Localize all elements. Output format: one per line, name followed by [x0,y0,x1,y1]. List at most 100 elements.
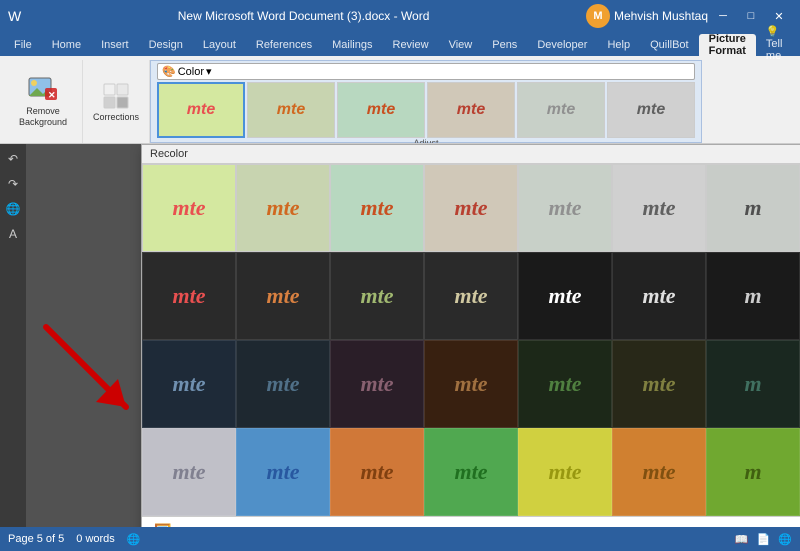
language-icon: 🌐 [127,533,141,546]
color-content: 🎨 Color ▾ mte mte mte mte mte mte [157,63,695,138]
view-layout-btn[interactable]: 📄 [757,533,771,546]
view-web-btn[interactable]: 🌐 [778,533,792,546]
remove-background-label: Remove Background [14,106,72,128]
swatch-3-3[interactable]: mte [330,340,424,428]
tab-layout[interactable]: Layout [193,34,246,56]
swatch-4-7[interactable]: m [706,428,800,516]
view-read-btn[interactable]: 📖 [735,533,749,546]
tab-insert[interactable]: Insert [91,34,139,56]
color-dropdown-label: Color [178,66,204,78]
ribbon-tabs: File Home Insert Design Layout Reference… [0,32,800,56]
share-button[interactable]: 🔗 Share [796,32,800,54]
more-variations-label: More Variations [180,525,263,528]
tab-developer[interactable]: Developer [527,34,597,56]
swatch-4-3[interactable]: mte [330,428,424,516]
swatch-2-5[interactable]: mte [518,252,612,340]
recolor-menu: 🖼️ More Variations 🔍 Set Transparent Col… [142,516,800,527]
swatch-1-1[interactable]: mte [142,164,236,252]
tab-pens[interactable]: Pens [482,34,527,56]
user-area: M Mehvish Mushtaq [586,4,708,28]
more-variations-icon: 🖼️ [154,523,172,527]
swatch-3-7[interactable]: m [706,340,800,428]
minimize-button[interactable]: ─ [710,3,736,29]
swatch-3-6[interactable]: mte [612,340,706,428]
window-title: New Microsoft Word Document (3).docx - W… [21,9,586,23]
swatch-row-4: mte mte mte mte mte mte m [142,428,800,516]
ribbon-thumb-row: mte mte mte mte mte mte [157,82,695,138]
tab-view[interactable]: View [439,34,483,56]
swatch-4-5[interactable]: mte [518,428,612,516]
corrections-button[interactable]: Corrections [89,78,143,124]
more-variations-item[interactable]: 🖼️ More Variations [142,517,800,527]
ribbon-group-color: 🎨 Color ▾ mte mte mte mte mte mte Adjust [150,60,702,143]
page-info: Page 5 of 5 [8,533,64,545]
main-content: ↶ ↷ 🌐 A Recolor mte mte mte mte mte mte … [0,144,800,527]
swatch-1-4[interactable]: mte [424,164,518,252]
word-count: 0 words [76,533,115,545]
left-toolbar: ↶ ↷ 🌐 A [0,144,26,527]
maximize-button[interactable]: □ [738,3,764,29]
title-bar-controls: M Mehvish Mushtaq ─ □ ✕ [586,3,792,29]
swatch-4-6[interactable]: mte [612,428,706,516]
tab-file[interactable]: File [4,34,42,56]
thumb-5[interactable]: mte [517,82,605,138]
swatch-4-4[interactable]: mte [424,428,518,516]
swatch-row-2: mte mte mte mte mte mte m [142,252,800,340]
avatar: M [586,4,610,28]
thumb-6[interactable]: mte [607,82,695,138]
swatch-3-1[interactable]: mte [142,340,236,428]
tab-design[interactable]: Design [139,34,193,56]
tab-review[interactable]: Review [383,34,439,56]
swatch-2-6[interactable]: mte [612,252,706,340]
swatch-1-2[interactable]: mte [236,164,330,252]
corrections-icon [100,80,132,112]
thumb-4[interactable]: mte [427,82,515,138]
swatch-3-2[interactable]: mte [236,340,330,428]
swatch-row-1: mte mte mte mte mte mte m [142,164,800,252]
tab-mailings[interactable]: Mailings [322,34,382,56]
doc-area: Recolor mte mte mte mte mte mte m mte mt… [26,144,800,527]
recolor-panel-header: Recolor [142,145,800,164]
redo-button[interactable]: ↷ [2,173,24,195]
tab-picture-format[interactable]: Picture Format [699,34,756,56]
ribbon-group-background: ✕ Remove Background [4,60,83,143]
swatch-2-2[interactable]: mte [236,252,330,340]
swatch-2-1[interactable]: mte [142,252,236,340]
swatch-1-7[interactable]: m [706,164,800,252]
tab-quillbot[interactable]: QuillBot [640,34,699,56]
ribbon-right-actions: 💡 Tell me 🔗 Share [756,32,800,56]
swatch-1-5[interactable]: mte [518,164,612,252]
color-dropdown-arrow: ▾ [206,65,212,78]
swatch-4-1[interactable]: mte [142,428,236,516]
undo-button[interactable]: ↶ [2,148,24,170]
ribbon-group-corrections: Corrections [83,60,150,143]
color-dropdown[interactable]: 🎨 Color ▾ [157,63,695,80]
tell-me-button[interactable]: 💡 Tell me [756,32,793,54]
word-icon: W [8,8,21,24]
status-bar: Page 5 of 5 0 words 🌐 📖 📄 🌐 [0,527,800,551]
swatch-2-3[interactable]: mte [330,252,424,340]
tab-references[interactable]: References [246,34,322,56]
swatch-1-6[interactable]: mte [612,164,706,252]
recolor-header-label: Recolor [150,148,188,160]
swatch-2-7[interactable]: m [706,252,800,340]
thumb-1[interactable]: mte [157,82,245,138]
thumb-3[interactable]: mte [337,82,425,138]
tab-home[interactable]: Home [42,34,91,56]
corrections-label: Corrections [93,112,139,122]
font-button[interactable]: A [2,223,24,245]
red-arrow [36,307,156,432]
swatch-3-4[interactable]: mte [424,340,518,428]
globe-button[interactable]: 🌐 [2,198,24,220]
remove-bg-content: ✕ Remove Background [10,62,76,139]
remove-background-icon: ✕ [27,74,59,106]
user-name: Mehvish Mushtaq [614,9,708,23]
thumb-2[interactable]: mte [247,82,335,138]
swatch-3-5[interactable]: mte [518,340,612,428]
remove-background-button[interactable]: ✕ Remove Background [10,72,76,130]
tab-help[interactable]: Help [597,34,640,56]
swatch-4-2[interactable]: mte [236,428,330,516]
swatch-2-4[interactable]: mte [424,252,518,340]
swatch-1-3[interactable]: mte [330,164,424,252]
status-right: 📖 📄 🌐 [735,533,792,546]
